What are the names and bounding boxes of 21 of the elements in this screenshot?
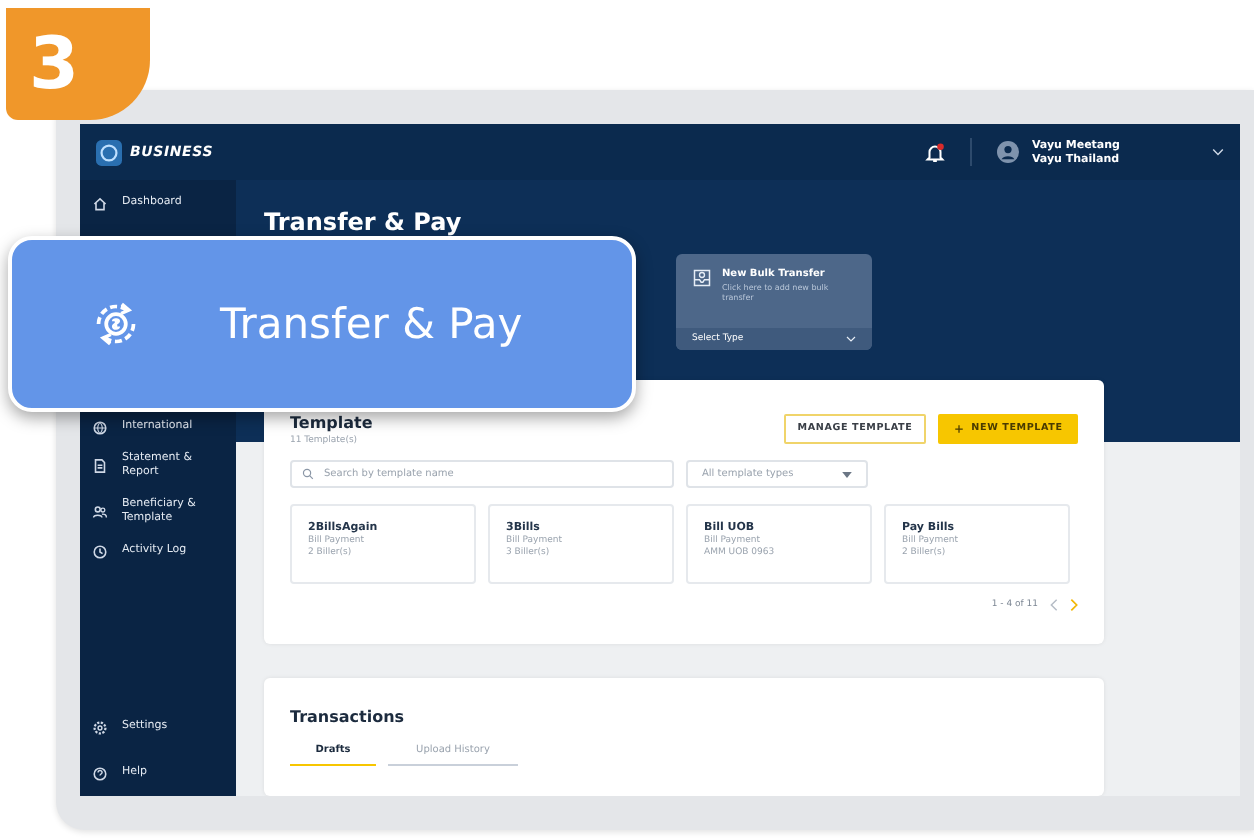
plus-icon <box>953 424 964 434</box>
search-icon <box>302 468 314 480</box>
caret-down-icon <box>842 471 852 477</box>
chevron-down-icon <box>846 336 856 342</box>
logo-icon <box>96 139 122 165</box>
section-title: Template <box>290 414 373 432</box>
document-icon <box>92 458 108 475</box>
help-icon <box>92 766 108 782</box>
chevron-down-icon[interactable] <box>1212 148 1224 156</box>
settings-icon <box>92 720 108 736</box>
page-title: Transfer & Pay <box>264 208 464 236</box>
avatar-icon[interactable] <box>995 140 1020 164</box>
section-title: Transactions <box>290 708 407 727</box>
notification-bell-icon[interactable] <box>923 141 946 163</box>
home-icon <box>92 196 108 212</box>
people-icon <box>92 504 108 521</box>
globe-icon <box>92 420 108 436</box>
step-badge: 3 <box>6 8 150 120</box>
clock-icon <box>92 543 108 560</box>
callout-label: Transfer & Pay <box>220 300 523 348</box>
tray-icon <box>692 268 712 288</box>
